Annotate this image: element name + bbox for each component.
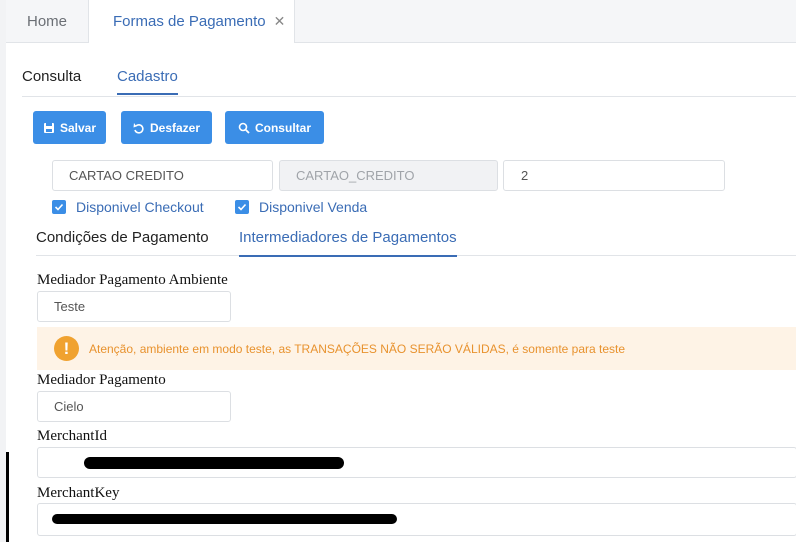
tab-intermediadores-pagamentos[interactable]: Intermediadores de Pagamentos	[239, 229, 457, 257]
subtab-cadastro[interactable]: Cadastro	[117, 68, 178, 95]
tab-home[interactable]: Home	[6, 0, 88, 42]
codigo-field: CARTAO_CREDITO	[279, 160, 498, 191]
condition-tabs: Condições de Pagamento Intermediadores d…	[36, 222, 796, 257]
redaction-bar	[52, 514, 397, 524]
tab-active-label: Formas de Pagamento	[113, 13, 266, 30]
save-button[interactable]: Salvar	[33, 111, 106, 144]
disponivel-checkout-checkbox[interactable]: Disponivel Checkout	[52, 199, 204, 215]
numero-field[interactable]: 2	[503, 160, 725, 191]
merchant-id-label: MerchantId	[37, 428, 107, 444]
nome-field[interactable]: CARTAO CREDITO	[52, 160, 273, 191]
tab-condicoes-pagamento[interactable]: Condições de Pagamento	[36, 229, 209, 246]
test-mode-alert: ! Atenção, ambiente em modo teste, as TR…	[37, 327, 796, 370]
top-tab-bar: Home Formas de Pagamento ✕	[6, 0, 796, 43]
save-button-label: Salvar	[59, 120, 97, 135]
disponivel-venda-checkbox[interactable]: Disponivel Venda	[235, 199, 367, 215]
subtab-consulta[interactable]: Consulta	[22, 68, 81, 85]
search-button-label: Consultar	[254, 120, 311, 135]
undo-icon	[133, 122, 144, 134]
redaction-bar	[84, 457, 344, 469]
checkbox-checked-icon	[52, 200, 66, 214]
mediador-select[interactable]: Cielo	[37, 391, 231, 422]
search-icon	[238, 122, 250, 134]
ambiente-select[interactable]: Teste	[37, 291, 231, 322]
floppy-icon	[43, 122, 54, 133]
checkbox-checked-icon	[235, 200, 249, 214]
undo-button-label: Desfazer	[149, 120, 201, 135]
disponivel-checkout-label: Disponivel Checkout	[76, 199, 204, 215]
tab-formas-de-pagamento[interactable]: Formas de Pagamento ✕	[88, 0, 295, 43]
disponivel-venda-label: Disponivel Venda	[259, 199, 368, 215]
left-edge-bar	[6, 452, 9, 542]
merchant-key-field[interactable]	[37, 503, 796, 536]
merchant-id-field[interactable]	[37, 447, 796, 478]
page: Home Formas de Pagamento ✕ Consulta Cada…	[6, 0, 796, 542]
warning-icon: !	[54, 336, 79, 361]
close-icon[interactable]: ✕	[274, 13, 286, 30]
merchant-key-label: MerchantKey	[37, 485, 120, 501]
view-subtabs: Consulta Cadastro	[22, 64, 796, 97]
mediador-label: Mediador Pagamento	[37, 372, 166, 388]
ambiente-label: Mediador Pagamento Ambiente	[37, 272, 228, 288]
tab-home-label: Home	[26, 12, 67, 30]
alert-text: Atenção, ambiente em modo teste, as TRAN…	[89, 342, 626, 356]
search-button[interactable]: Consultar	[225, 111, 324, 144]
undo-button[interactable]: Desfazer	[121, 111, 212, 144]
